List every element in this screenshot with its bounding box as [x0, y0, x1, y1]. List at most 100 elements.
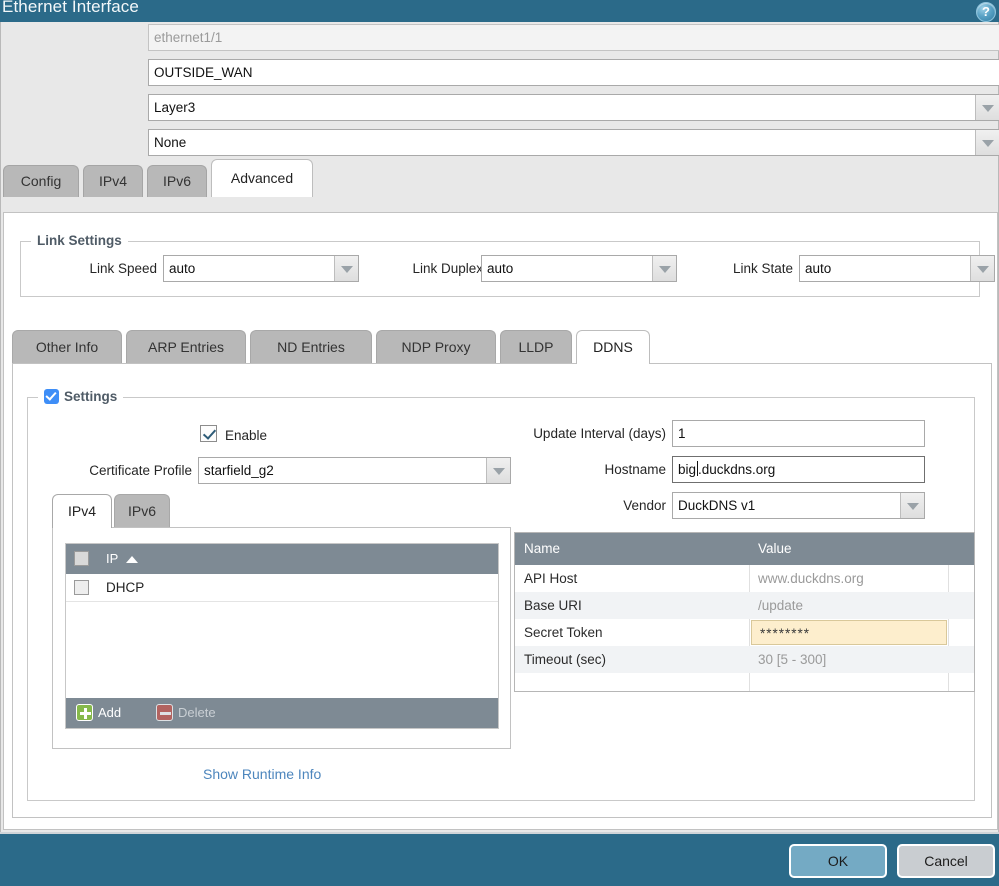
- show-runtime-info-link[interactable]: Show Runtime Info: [203, 766, 321, 782]
- advanced-panel: Link Settings Link Speed auto Link Duple…: [3, 212, 998, 830]
- row-name: Base URI: [515, 592, 749, 619]
- row-value[interactable]: 30 [5 - 300]: [749, 646, 948, 673]
- update-interval-input[interactable]: 1: [672, 420, 925, 447]
- chevron-down-icon[interactable]: [970, 256, 994, 281]
- tab-ipv6[interactable]: IPv6: [147, 165, 207, 197]
- row-name: Secret Token: [515, 619, 749, 646]
- update-interval-label: Update Interval (days): [496, 420, 666, 447]
- dialog-footer: OK Cancel: [0, 832, 999, 886]
- tab-arp-entries[interactable]: ARP Entries: [126, 330, 246, 364]
- certificate-profile-label: Certificate Profile: [52, 457, 192, 484]
- tab-config[interactable]: Config: [3, 165, 79, 197]
- table-row[interactable]: Timeout (sec) 30 [5 - 300]: [515, 646, 974, 673]
- help-globe-icon[interactable]: ?: [976, 2, 998, 24]
- link-state-value: auto: [805, 256, 831, 281]
- delete-button: Delete: [156, 703, 246, 723]
- chevron-down-icon[interactable]: [975, 130, 999, 155]
- dialog-title: Ethernet Interface: [2, 0, 139, 17]
- link-speed-label: Link Speed: [47, 255, 157, 282]
- table-row[interactable]: API Host www.duckdns.org: [515, 565, 974, 592]
- ip-list-panel: IP DHCP Add: [52, 527, 511, 749]
- add-button[interactable]: Add: [76, 703, 146, 723]
- tab-other-info[interactable]: Other Info: [12, 330, 122, 364]
- main-tab-strip: Config IPv4 IPv6 Advanced: [1, 163, 999, 197]
- tab-ipv4[interactable]: IPv4: [83, 165, 143, 197]
- chevron-down-icon[interactable]: [334, 256, 358, 281]
- row-checkbox[interactable]: [74, 580, 89, 595]
- secret-token-input[interactable]: ********: [751, 620, 947, 645]
- table-row[interactable]: Base URI /update: [515, 592, 974, 619]
- ok-button[interactable]: OK: [789, 844, 887, 878]
- ddns-settings-fieldset: Settings Enable Certificate Profile star…: [27, 397, 975, 801]
- vendor-table-header: Name Value: [515, 533, 974, 565]
- form-row-comment: Comment OUTSIDE_WAN: [1, 57, 999, 92]
- vendor-config-table: Name Value API Host www.duckdns.org Base…: [514, 532, 975, 692]
- sort-ascending-icon: [126, 556, 138, 563]
- comment-field[interactable]: OUTSIDE_WAN: [148, 59, 999, 86]
- comment-input[interactable]: OUTSIDE_WAN: [148, 59, 999, 86]
- certificate-profile-value: starfield_g2: [204, 458, 274, 483]
- column-header-name[interactable]: Name: [515, 533, 749, 565]
- interface-name-input: ethernet1/1: [148, 24, 999, 51]
- tab-ndp-proxy[interactable]: NDP Proxy: [376, 330, 496, 364]
- row-value[interactable]: www.duckdns.org: [749, 565, 948, 592]
- row-value[interactable]: /update: [749, 592, 948, 619]
- settings-legend-label: Settings: [64, 389, 117, 404]
- interface-type-dropdown[interactable]: Layer3: [148, 94, 999, 121]
- interface-form: Interface Name ethernet1/1 Comment OUTSI…: [1, 22, 999, 57]
- enable-label: Enable: [225, 422, 305, 449]
- delete-button-label: Delete: [178, 703, 216, 723]
- link-settings-legend: Link Settings: [31, 233, 128, 248]
- link-duplex-dropdown[interactable]: auto: [481, 255, 677, 282]
- help-globe-glyph: ?: [976, 2, 996, 22]
- tab-lldp[interactable]: LLDP: [500, 330, 572, 364]
- link-state-label: Link State: [693, 255, 793, 282]
- chevron-down-icon[interactable]: [486, 458, 510, 483]
- ip-subtab-strip: IPv4 IPv6: [52, 492, 172, 528]
- vendor-label: Vendor: [548, 492, 666, 519]
- link-speed-dropdown[interactable]: auto: [163, 255, 359, 282]
- add-button-label: Add: [98, 703, 121, 723]
- minus-icon: [156, 704, 173, 721]
- tab-advanced[interactable]: Advanced: [211, 159, 313, 197]
- subtab-ipv4[interactable]: IPv4: [52, 494, 112, 528]
- table-row[interactable]: Secret Token ********: [515, 619, 974, 646]
- tab-ddns[interactable]: DDNS: [576, 330, 650, 364]
- tab-nd-entries[interactable]: ND Entries: [250, 330, 372, 364]
- vendor-value: DuckDNS v1: [678, 493, 755, 518]
- column-header-value[interactable]: Value: [749, 533, 976, 565]
- netflow-profile-value: None: [154, 130, 186, 155]
- ip-column-header[interactable]: IP: [106, 544, 118, 574]
- hostname-input[interactable]: big.duckdns.org: [672, 456, 925, 483]
- settings-checkbox[interactable]: [44, 389, 59, 404]
- plus-icon: [76, 704, 93, 721]
- hostname-value: big.duckdns.org: [678, 462, 775, 477]
- certificate-profile-dropdown[interactable]: starfield_g2: [198, 457, 511, 484]
- row-ip-value: DHCP: [106, 574, 144, 602]
- row-name: Timeout (sec): [515, 646, 749, 673]
- form-row-interface-name: Interface Name ethernet1/1: [1, 22, 999, 57]
- chevron-down-icon[interactable]: [900, 493, 924, 518]
- table-row[interactable]: DHCP: [66, 574, 498, 602]
- link-duplex-label: Link Duplex: [373, 255, 483, 282]
- ip-grid: IP DHCP Add: [65, 543, 499, 729]
- cancel-button[interactable]: Cancel: [897, 844, 995, 878]
- link-state-dropdown[interactable]: auto: [799, 255, 995, 282]
- link-duplex-value: auto: [487, 256, 513, 281]
- chevron-down-icon[interactable]: [652, 256, 676, 281]
- dialog-title-bar: Ethernet Interface ?: [0, 0, 999, 22]
- form-row-interface-type: Interface Type Layer3: [1, 92, 999, 127]
- netflow-profile-dropdown[interactable]: None: [148, 129, 999, 156]
- row-name: API Host: [515, 565, 749, 592]
- vendor-dropdown[interactable]: DuckDNS v1: [672, 492, 925, 519]
- chevron-down-icon[interactable]: [975, 95, 999, 120]
- subtab-ipv6[interactable]: IPv6: [114, 494, 170, 528]
- enable-checkbox[interactable]: [200, 425, 217, 442]
- ddns-settings-legend: Settings: [38, 389, 123, 404]
- interface-type-value: Layer3: [154, 95, 195, 120]
- inner-tab-strip: Other Info ARP Entries ND Entries NDP Pr…: [12, 328, 992, 364]
- ip-grid-header: IP: [66, 544, 498, 574]
- select-all-checkbox[interactable]: [74, 551, 89, 566]
- dialog-body: Interface Name ethernet1/1 Comment OUTSI…: [0, 22, 999, 832]
- ip-grid-toolbar: Add Delete: [66, 698, 498, 728]
